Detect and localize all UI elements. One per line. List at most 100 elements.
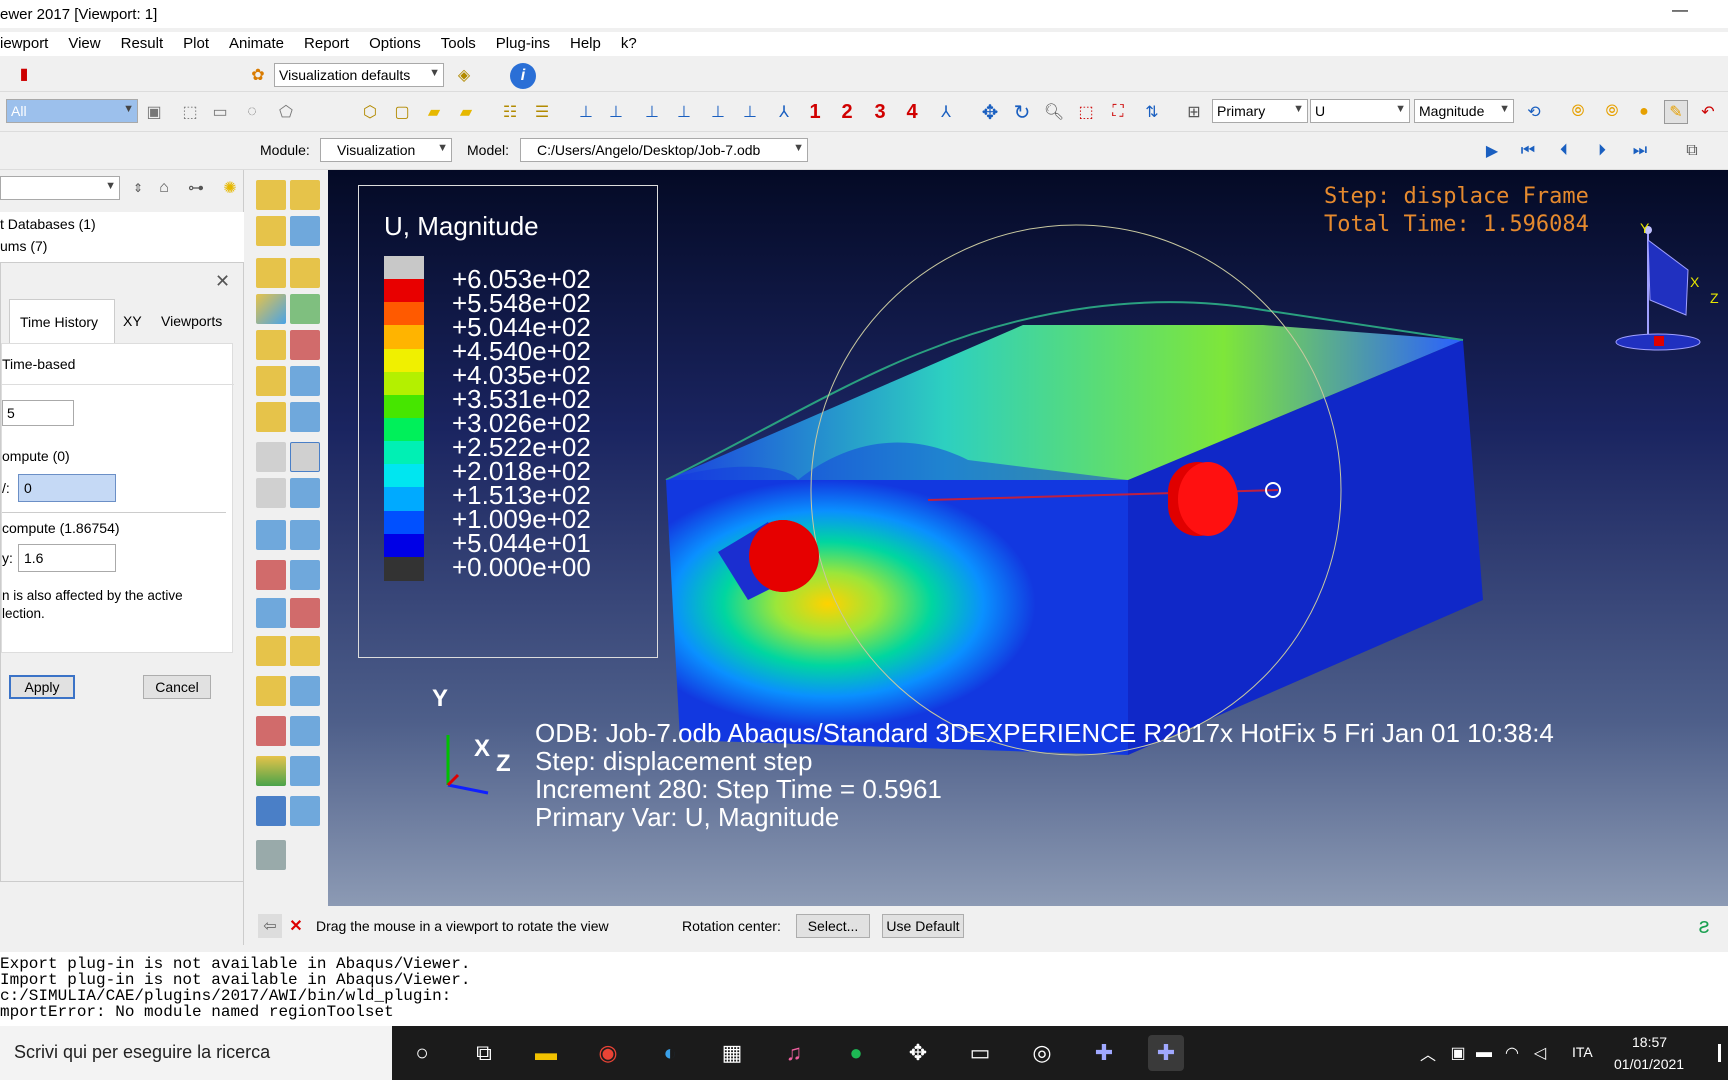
itunes-icon[interactable]: ♫	[776, 1035, 812, 1071]
animation-options-icon[interactable]	[290, 478, 320, 508]
edge-icon[interactable]: ◐	[652, 1035, 688, 1071]
lightbulb-icon[interactable]: ✺	[218, 176, 242, 200]
palette-icon[interactable]: ✿	[246, 63, 270, 87]
selection-filter-select[interactable]: All ▼	[6, 99, 138, 123]
pan-icon[interactable]: ✥	[978, 100, 1002, 124]
folder-icon[interactable]: ⌂	[152, 176, 176, 200]
tab-viewports[interactable]: Viewports	[161, 313, 222, 329]
output-invariant-select[interactable]: Magnitude ▼	[1414, 99, 1514, 123]
select-rect-icon[interactable]: ▭	[208, 100, 232, 124]
view-cut-icon[interactable]	[256, 676, 286, 706]
undo-icon[interactable]: ↶	[1696, 100, 1720, 124]
cancel-button[interactable]: Cancel	[143, 675, 211, 699]
ply-stack-icon[interactable]	[256, 330, 286, 360]
cancel-procedure-icon[interactable]: ✕	[284, 914, 308, 938]
info-icon[interactable]: i	[510, 63, 536, 89]
apply-button[interactable]: Apply	[9, 675, 75, 699]
database-icon[interactable]: ▮	[12, 62, 36, 86]
store-icon[interactable]: ▦	[714, 1035, 750, 1071]
abaqus-cae-icon[interactable]: ✚	[1086, 1035, 1122, 1071]
rotate-icon[interactable]: ↻	[1010, 100, 1034, 124]
view-2-button[interactable]: 2	[835, 100, 859, 124]
stream-manager-icon[interactable]	[290, 756, 320, 786]
volume-icon[interactable]: ◁	[1522, 1035, 1558, 1071]
tab-xy[interactable]: XY	[123, 313, 142, 329]
language-indicator[interactable]: ITA	[1572, 1044, 1593, 1060]
last-frame-icon[interactable]: ⏭	[1628, 139, 1652, 163]
iso-axes-icon[interactable]: ⅄	[772, 100, 796, 124]
overlay-2-icon[interactable]: ⦾	[1600, 100, 1624, 124]
plot-contours-icon[interactable]	[256, 216, 286, 246]
updown-icon[interactable]: ⇕	[126, 176, 150, 200]
zoom-icon[interactable]: 🔍︎	[1042, 100, 1066, 124]
view-cut-manager-icon[interactable]	[290, 676, 320, 706]
select-poly-icon[interactable]: ⬠	[274, 100, 298, 124]
tab-time-history[interactable]: Time History	[9, 299, 115, 343]
plot-symbols-icon[interactable]	[290, 216, 320, 246]
query-manager-icon[interactable]	[290, 716, 320, 746]
menu-view[interactable]: View	[68, 32, 100, 56]
min-compute-option[interactable]: ompute (0)	[2, 448, 70, 464]
xy-plot-manager-icon[interactable]	[290, 560, 320, 590]
spotify-icon[interactable]: ●	[838, 1035, 874, 1071]
view-1-button[interactable]: 1	[803, 100, 827, 124]
animate-harmonic-icon[interactable]	[256, 478, 286, 508]
previous-frame-icon[interactable]: ⏴	[1552, 139, 1576, 163]
create-xy-plot-icon[interactable]	[256, 560, 286, 590]
menu-report[interactable]: Report	[304, 32, 349, 56]
time-based-option[interactable]: Time-based	[2, 356, 75, 372]
view-xz-icon[interactable]: ⊥	[738, 100, 762, 124]
overlay-icon[interactable]: ⦾	[1566, 100, 1590, 124]
tree-item-databases[interactable]: t Databases (1)	[0, 216, 96, 232]
animate-time-history-icon[interactable]	[290, 442, 320, 472]
clock-time[interactable]: 18:57	[1632, 1034, 1667, 1050]
select-icon[interactable]: ▣	[142, 100, 166, 124]
next-frame-icon[interactable]: ⏵	[1590, 139, 1614, 163]
xy-data-manager-icon[interactable]	[290, 520, 320, 550]
menu-tools[interactable]: Tools	[441, 32, 476, 56]
menu-plugins[interactable]: Plug-ins	[496, 32, 550, 56]
animate-scale-icon[interactable]	[256, 442, 286, 472]
output-primary-select[interactable]: Primary ▼	[1212, 99, 1308, 123]
max-value-field[interactable]: 1.6	[18, 544, 116, 572]
tool-icon[interactable]	[256, 840, 286, 870]
minimize-button[interactable]: —	[1672, 2, 1688, 20]
menu-plot[interactable]: Plot	[183, 32, 209, 56]
iso-view-icon[interactable]: ⬡	[358, 100, 382, 124]
overlay-options-icon[interactable]	[290, 366, 320, 396]
min-value-field[interactable]: 0	[18, 474, 116, 502]
coordinate-system-icon[interactable]	[256, 796, 286, 826]
shade-icon[interactable]: ●	[1632, 100, 1656, 124]
create-xy-data-icon[interactable]	[256, 520, 286, 550]
view-yx-icon[interactable]: ⊥	[604, 100, 628, 124]
animate-options-icon[interactable]	[290, 402, 320, 432]
max-compute-option[interactable]: compute (1.86754)	[2, 520, 120, 536]
tree-select[interactable]: ▼	[0, 176, 120, 200]
file-explorer-icon[interactable]: ▬	[528, 1035, 564, 1071]
view-zy-icon[interactable]: ⊥	[672, 100, 696, 124]
refresh-icon[interactable]: ⟲	[1522, 100, 1546, 124]
orientation-icon[interactable]	[290, 330, 320, 360]
abaqus-viewer-icon[interactable]: ✚	[1148, 1035, 1184, 1071]
auto-fit-icon[interactable]: ⛶	[1106, 100, 1130, 124]
viewport[interactable]: U, Magnitude +6.053e+02 +5.548e+02 +5.04…	[328, 170, 1728, 906]
back-arrow-icon[interactable]: ⇦	[258, 914, 282, 938]
field-output-icon[interactable]: ⊞	[1182, 100, 1206, 124]
create-display-group-icon[interactable]	[256, 636, 286, 666]
query-icon[interactable]	[256, 716, 286, 746]
frame-field[interactable]: 5	[2, 400, 74, 426]
path-icon[interactable]	[256, 598, 286, 628]
mesh-icon[interactable]: ☷	[498, 100, 522, 124]
plot-deformed-icon[interactable]	[290, 180, 320, 210]
model-select[interactable]: C:/Users/Angelo/Desktop/Job-7.odb ▼	[520, 138, 808, 162]
menu-result[interactable]: Result	[121, 32, 164, 56]
task-view-icon[interactable]: ⧉	[466, 1035, 502, 1071]
play-icon[interactable]: ▶	[1480, 139, 1504, 163]
animate-icon[interactable]	[256, 402, 286, 432]
view-4-button[interactable]: 4	[900, 100, 924, 124]
menu-viewport[interactable]: iewport	[0, 32, 48, 56]
clock-date[interactable]: 01/01/2021	[1614, 1056, 1684, 1072]
front-view-icon[interactable]: ▢	[390, 100, 414, 124]
view-3-button[interactable]: 3	[868, 100, 892, 124]
menu-options[interactable]: Options	[369, 32, 421, 56]
